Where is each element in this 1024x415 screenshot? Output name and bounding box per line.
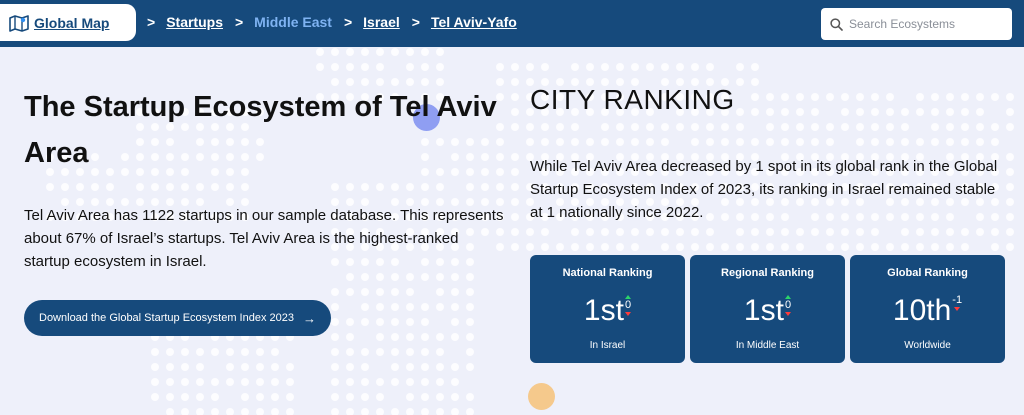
down-arrow-icon	[954, 307, 961, 311]
city-ranking-heading: CITY RANKING	[530, 84, 735, 115]
card-label: National Ranking	[562, 267, 653, 279]
rank-change-value: -1	[952, 294, 963, 306]
card-value: 1st 0	[530, 293, 685, 329]
card-value: 10th -1	[850, 293, 1005, 329]
ecosystem-description: Tel Aviv Area has 1122 startups in our s…	[24, 207, 504, 270]
search-box[interactable]	[821, 8, 1012, 40]
decorative-orange-circle	[528, 383, 555, 410]
rank-value: 1st	[583, 294, 624, 327]
breadcrumb-tel-aviv-yafo[interactable]: Tel Aviv-Yafo	[431, 14, 517, 30]
card-value: 1st 0	[690, 293, 845, 329]
global-ranking-card: Global Ranking 10th -1 Worldwide	[850, 255, 1005, 363]
rank-change-value: 0	[784, 299, 792, 311]
breadcrumb-startups[interactable]: Startups	[166, 14, 223, 30]
card-label: Global Ranking	[887, 267, 968, 279]
card-scope: In Israel	[589, 340, 626, 351]
breadcrumb: > Startups > Middle East > Israel > Tel …	[147, 13, 529, 31]
global-map-label: Global Map	[34, 14, 110, 31]
search-icon	[830, 17, 843, 31]
city-ranking-description: While Tel Aviv Area decreased by 1 spot …	[530, 158, 998, 221]
card-scope: In Middle East	[735, 340, 800, 351]
map-icon	[9, 14, 29, 32]
download-index-button[interactable]: Download the Global Startup Ecosystem In…	[24, 300, 331, 336]
breadcrumb-israel[interactable]: Israel	[363, 14, 400, 30]
breadcrumb-middle-east[interactable]: Middle East	[254, 14, 332, 30]
breadcrumb-separator: >	[147, 14, 156, 30]
global-map-link[interactable]: Global Map	[0, 4, 136, 41]
rank-change: 0	[625, 295, 631, 316]
regional-ranking-card: Regional Ranking 1st 0 In Middle East	[690, 255, 845, 363]
rank-value: 1st	[743, 294, 784, 327]
rank-change-value: 0	[624, 299, 632, 311]
page-title: The Startup Ecosystem of Tel Aviv Area	[24, 91, 497, 169]
search-input[interactable]	[849, 17, 1009, 31]
national-ranking-card: National Ranking 1st 0 In Israel	[530, 255, 685, 363]
down-arrow-icon	[785, 312, 792, 316]
rank-change: -1	[952, 295, 962, 311]
down-arrow-icon	[625, 312, 632, 316]
rank-change: 0	[785, 295, 791, 316]
top-navigation-bar: Global Map > Startups > Middle East > Is…	[0, 0, 1024, 47]
card-label: Regional Ranking	[721, 267, 814, 279]
rank-value: 10th	[892, 294, 952, 327]
breadcrumb-separator: >	[411, 14, 420, 30]
breadcrumb-separator: >	[234, 14, 244, 30]
card-scope: Worldwide	[904, 340, 951, 351]
arrow-right-icon: →	[302, 310, 316, 326]
breadcrumb-separator: >	[343, 14, 353, 30]
download-button-label: Download the Global Startup Ecosystem In…	[39, 312, 294, 324]
